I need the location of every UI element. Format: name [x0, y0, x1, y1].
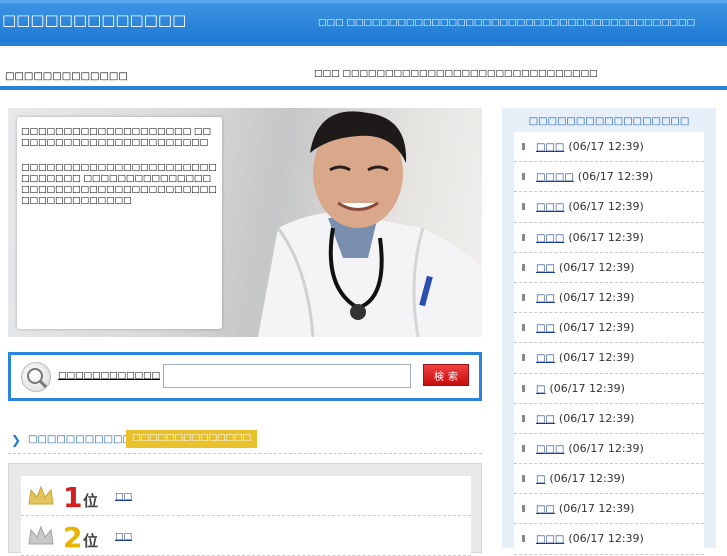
- search-label[interactable]: □□□□□□□□□□□□: [58, 371, 160, 381]
- sidebar-item-link[interactable]: □□: [536, 414, 555, 425]
- hero-paragraph-1: □□□□□□□□□□□□□□□□□□□□ □□□□□□□□□□□□□□□□□□□…: [21, 127, 211, 148]
- hero-banner: □□□□□□□□□□□□□□□□□□□□ □□□□□□□□□□□□□□□□□□□…: [8, 108, 482, 337]
- bullet-icon: [522, 293, 525, 301]
- sidebar-item-link[interactable]: □□□: [536, 534, 564, 545]
- sidebar-item-link[interactable]: □□□□: [536, 172, 574, 183]
- sidebar-item-time: (06/17 12:39): [558, 411, 635, 425]
- rank-suffix: 位: [83, 532, 99, 550]
- bullet-icon: [522, 535, 525, 543]
- sidebar-item-link[interactable]: □□: [536, 263, 555, 274]
- sidebar-item-link[interactable]: □: [536, 384, 545, 395]
- bullet-icon: [522, 414, 525, 422]
- sidebar-item-time: (06/17 12:39): [568, 140, 644, 153]
- rank-link[interactable]: □□: [115, 532, 132, 542]
- bullet-icon: [522, 444, 525, 452]
- bullet-icon: [522, 384, 525, 392]
- bullet-icon: [522, 143, 525, 150]
- subbar-left-text: □□□□□□□□□□□□□: [5, 71, 128, 82]
- sidebar-item: □□ (06/17 12:39): [514, 253, 704, 283]
- header-tagline: □□□ □□□□□□□□□□□□□□□□□□□□□□□□□□□□□□□□□□□□…: [318, 18, 696, 28]
- ranking-badge: □□□□□□□□□□□□□□: [126, 430, 258, 448]
- sidebar-list: □□□ (06/17 12:39) □□□□ (06/17 12:39) □□□ (06/…: [514, 132, 704, 555]
- sidebar-item-time: (06/17 12:39): [568, 441, 644, 455]
- silver-crown-icon: [28, 525, 54, 545]
- sidebar-item: □□□ (06/17 12:39): [514, 192, 704, 223]
- site-header: □□□□□□□□□□□□□ □□□ □□□□□□□□□□□□□□□□□□□□□□…: [0, 0, 727, 42]
- bullet-icon: [522, 475, 525, 483]
- sidebar-item-link[interactable]: □□: [536, 323, 555, 334]
- sidebar-item-time: (06/17 12:39): [558, 321, 635, 335]
- sidebar-item-time: (06/17 12:39): [568, 200, 644, 214]
- sidebar-item: □ (06/17 12:39): [514, 374, 704, 404]
- sidebar-item: □□□ (06/17 12:39): [514, 524, 704, 555]
- magnifier-icon: [21, 362, 51, 392]
- sub-header-bar: □□□□□□□□□□□□□ □□□ □□□□□□□□□□□□□□□□□□□□□□…: [0, 42, 727, 90]
- sidebar-item-link[interactable]: □□: [536, 504, 555, 515]
- sidebar-item-link[interactable]: □□: [536, 353, 555, 364]
- sidebar-item-time: (06/17 12:39): [549, 381, 625, 395]
- sidebar: □□□□□□□□□□□□□□□□□ □□□ (06/17 12:39) □□□□ (0…: [502, 108, 716, 555]
- sidebar-item-link[interactable]: □□□: [536, 233, 564, 244]
- sidebar-item-link[interactable]: □: [536, 474, 545, 485]
- sidebar-item-time: (06/17 12:39): [549, 472, 625, 486]
- sidebar-title: □□□□□□□□□□□□□□□□□: [528, 116, 690, 127]
- rank-suffix: 位: [83, 492, 99, 510]
- sidebar-item-time: (06/17 12:39): [558, 290, 635, 304]
- sidebar-item: □ (06/17 12:39): [514, 464, 704, 495]
- rank-link[interactable]: □□: [115, 492, 132, 502]
- bullet-icon: [522, 354, 525, 362]
- bullet-icon: [522, 263, 525, 271]
- sidebar-item: □□□ (06/17 12:39): [514, 434, 704, 465]
- sidebar-item: □□□□ (06/17 12:39): [514, 162, 704, 193]
- sidebar-item-time: (06/17 12:39): [568, 230, 644, 244]
- sidebar-item: □□□ (06/17 12:39): [514, 132, 704, 163]
- search-panel: □□□□□□□□□□□□ 検索: [8, 352, 482, 401]
- rank-number: 1: [63, 481, 83, 514]
- chevron-right-icon: ❯: [11, 433, 22, 447]
- sidebar-item-link[interactable]: □□□: [536, 142, 564, 153]
- hero-text-card: □□□□□□□□□□□□□□□□□□□□ □□□□□□□□□□□□□□□□□□□…: [17, 117, 222, 329]
- sidebar-item: □□ (06/17 12:39): [514, 494, 704, 525]
- bullet-icon: [522, 505, 525, 513]
- sidebar-item-link[interactable]: □□□: [536, 444, 564, 455]
- site-title[interactable]: □□□□□□□□□□□□□: [2, 11, 186, 29]
- sidebar-item-time: (06/17 12:39): [558, 351, 635, 365]
- ranking-panel: 1 位 □□ 2 位 □□: [8, 463, 482, 556]
- bullet-icon: [522, 324, 525, 332]
- sidebar-item-link[interactable]: □□: [536, 293, 555, 304]
- search-button[interactable]: 検索: [423, 364, 469, 386]
- ranking-row: 2 位 □□: [21, 516, 471, 556]
- doctor-photo: [258, 111, 482, 337]
- rank-number: 2: [63, 521, 83, 554]
- ranking-header: ❯ □□□□□□□□□□□□□□□□□□ □□□□□□□□□□□□□□: [8, 428, 482, 454]
- bullet-icon: [522, 203, 525, 211]
- sidebar-item-link[interactable]: □□□: [536, 202, 564, 213]
- sidebar-item: □□□ (06/17 12:39): [514, 223, 704, 253]
- ranking-list: 1 位 □□ 2 位 □□: [21, 476, 471, 556]
- sidebar-item-time: (06/17 12:39): [577, 170, 654, 184]
- ranking-row: 1 位 □□: [21, 476, 471, 516]
- sidebar-item: □□ (06/17 12:39): [514, 404, 704, 434]
- gold-crown-icon: [28, 485, 54, 505]
- sidebar-item-time: (06/17 12:39): [558, 260, 635, 274]
- sidebar-item-time: (06/17 12:39): [568, 532, 644, 546]
- subbar-right-text: □□□ □□□□□□□□□□□□□□□□□□□□□□□□□□□□□□: [314, 69, 598, 79]
- sidebar-item: □□ (06/17 12:39): [514, 313, 704, 344]
- hero-paragraph-2: □□□□□□□□□□□□□□□□□□□□□□□□□□□□□□ □□□□□□□□□…: [21, 163, 217, 206]
- search-input[interactable]: [163, 364, 411, 388]
- bullet-icon: [522, 173, 525, 181]
- sidebar-item: □□ (06/17 12:39): [514, 283, 704, 314]
- sidebar-item: □□ (06/17 12:39): [514, 343, 704, 374]
- sidebar-item-time: (06/17 12:39): [558, 502, 635, 516]
- bullet-icon: [522, 233, 525, 241]
